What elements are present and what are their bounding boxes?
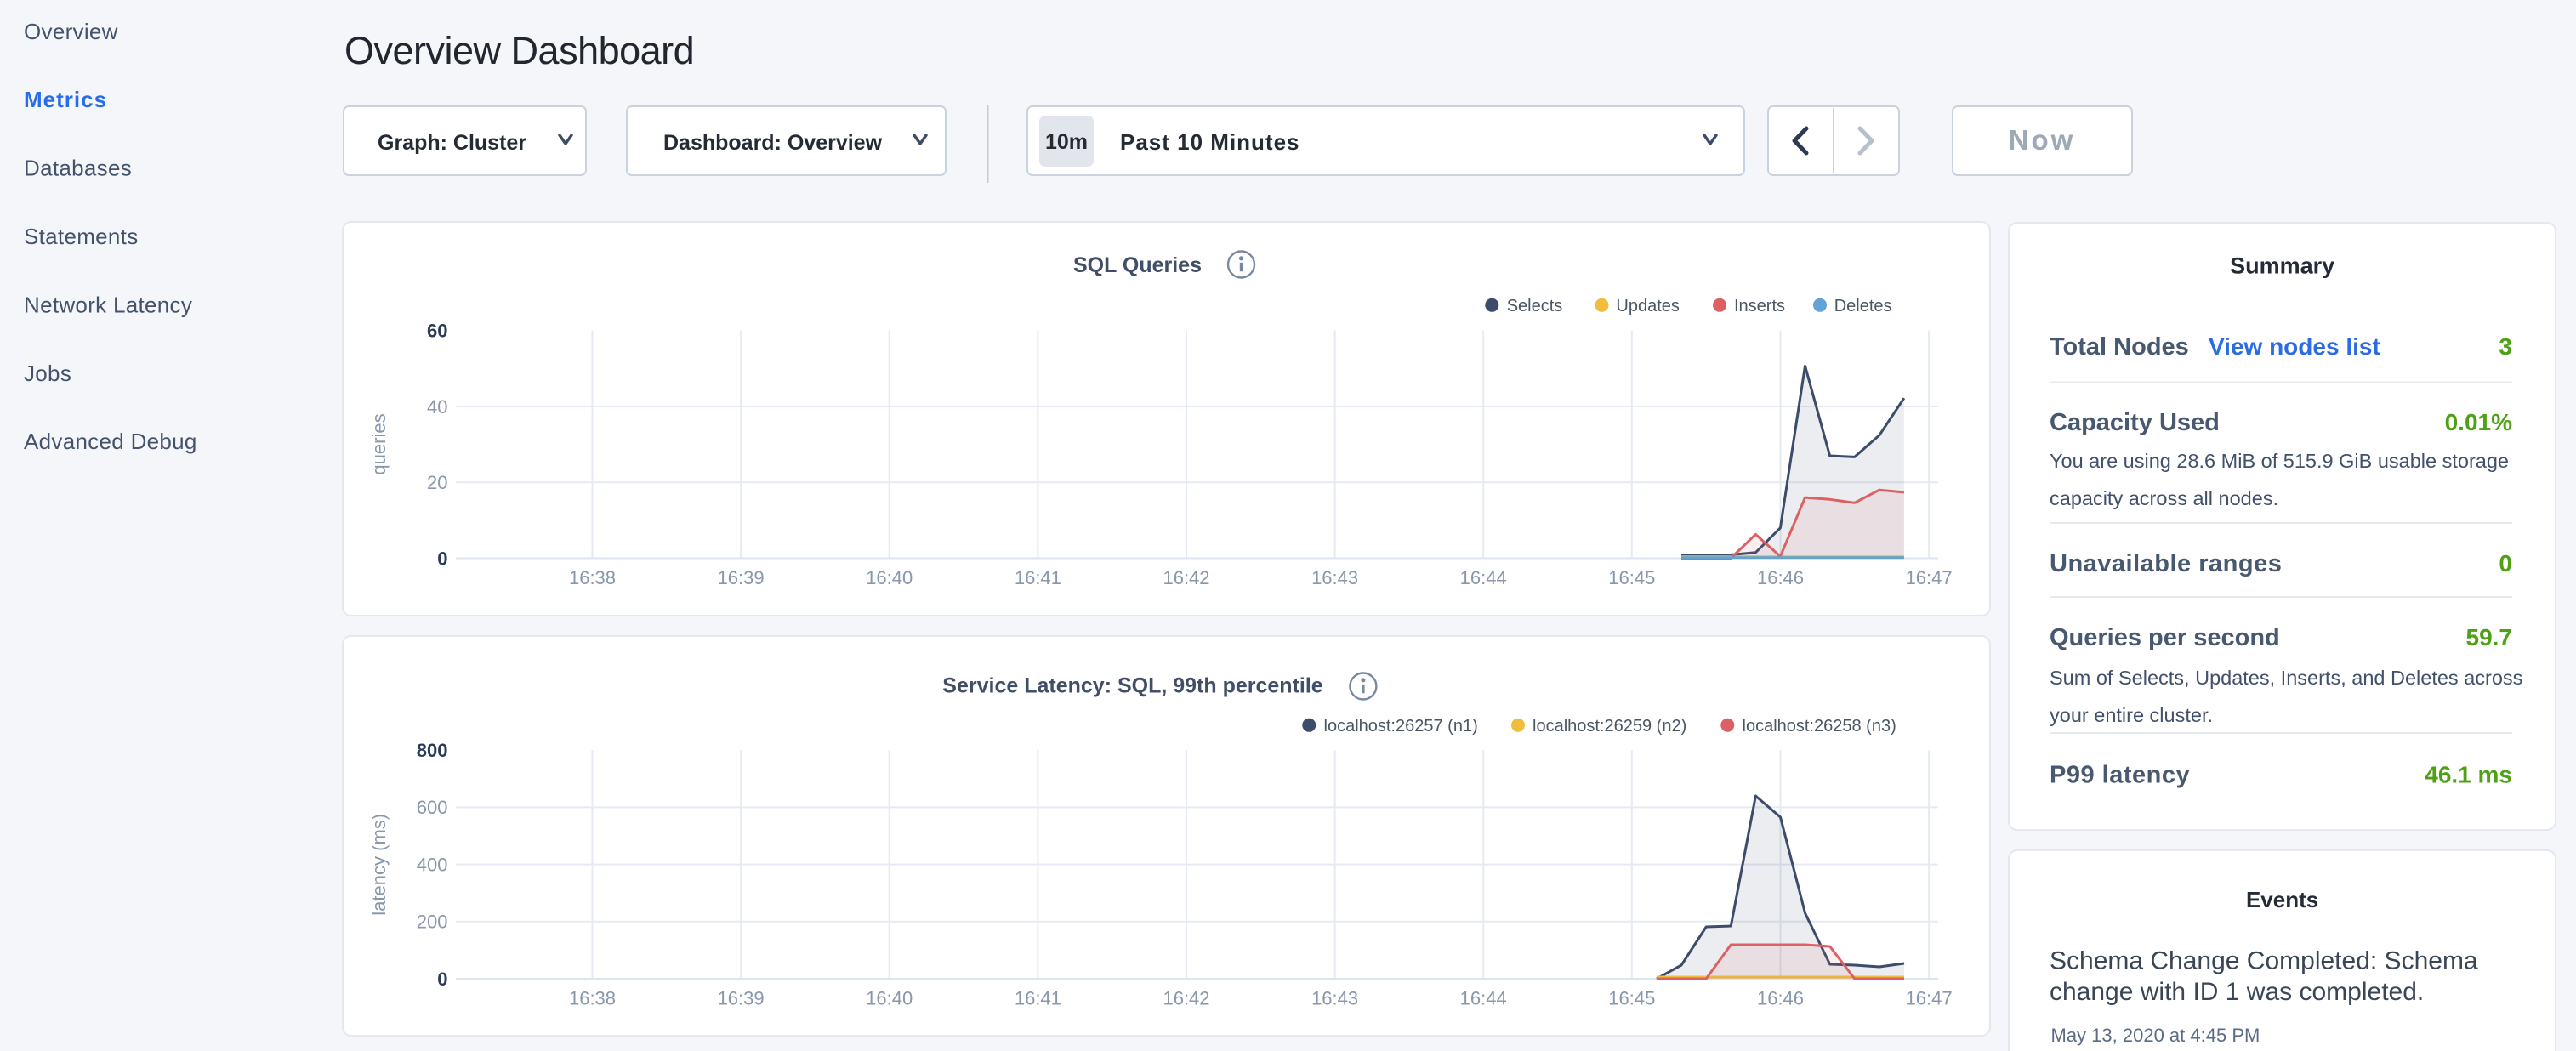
svg-text:200: 200 — [417, 912, 448, 933]
svg-text:3: 3 — [2499, 333, 2512, 360]
svg-text:16:41: 16:41 — [1015, 567, 1061, 588]
svg-text:Events: Events — [2246, 887, 2318, 912]
svg-text:Jobs: Jobs — [24, 361, 71, 386]
svg-text:Statements: Statements — [24, 224, 139, 249]
svg-text:Schema Change Completed: Schem: Schema Change Completed: Schema — [2050, 947, 2478, 975]
svg-text:localhost:26257 (n1): localhost:26257 (n1) — [1324, 717, 1478, 736]
svg-text:16:40: 16:40 — [866, 988, 913, 1009]
svg-text:0: 0 — [437, 969, 447, 990]
svg-text:0: 0 — [437, 548, 447, 569]
svg-text:40: 40 — [427, 396, 447, 418]
svg-text:16:43: 16:43 — [1311, 988, 1358, 1009]
svg-text:Updates: Updates — [1616, 297, 1680, 315]
svg-text:16:43: 16:43 — [1311, 567, 1358, 588]
svg-text:16:46: 16:46 — [1757, 567, 1804, 588]
svg-text:latency (ms): latency (ms) — [368, 814, 390, 916]
svg-text:change with ID 1 was completed: change with ID 1 was completed. — [2050, 978, 2424, 1006]
svg-text:Network Latency: Network Latency — [24, 293, 192, 318]
svg-text:Total Nodes: Total Nodes — [2050, 333, 2189, 361]
svg-text:20: 20 — [427, 472, 447, 493]
svg-text:Advanced Debug: Advanced Debug — [24, 429, 197, 454]
svg-text:Dashboard: Overview: Dashboard: Overview — [663, 131, 883, 155]
svg-text:16:38: 16:38 — [569, 988, 616, 1009]
svg-text:Overview Dashboard: Overview Dashboard — [344, 29, 694, 72]
svg-text:Past 10 Minutes: Past 10 Minutes — [1120, 129, 1300, 155]
svg-text:600: 600 — [417, 797, 448, 818]
svg-text:Databases: Databases — [24, 156, 132, 181]
svg-text:16:38: 16:38 — [569, 567, 616, 588]
svg-text:16:44: 16:44 — [1460, 988, 1507, 1009]
svg-text:View nodes list: View nodes list — [2209, 333, 2380, 360]
svg-text:16:39: 16:39 — [718, 567, 765, 588]
svg-text:Summary: Summary — [2230, 253, 2334, 279]
svg-text:16:44: 16:44 — [1460, 567, 1507, 588]
svg-text:16:40: 16:40 — [866, 567, 913, 588]
svg-text:Queries per second: Queries per second — [2050, 624, 2280, 651]
svg-text:0.01%: 0.01% — [2445, 409, 2512, 435]
svg-text:Overview: Overview — [24, 19, 118, 44]
svg-text:SQL Queries: SQL Queries — [1073, 253, 1202, 277]
svg-text:16:41: 16:41 — [1015, 988, 1061, 1009]
svg-text:Deletes: Deletes — [1834, 297, 1892, 315]
svg-text:16:45: 16:45 — [1608, 988, 1655, 1009]
svg-text:capacity across all nodes.: capacity across all nodes. — [2050, 487, 2278, 509]
svg-text:16:42: 16:42 — [1163, 567, 1209, 588]
svg-text:400: 400 — [417, 854, 448, 875]
svg-text:59.7: 59.7 — [2466, 624, 2513, 650]
svg-text:Capacity Used: Capacity Used — [2050, 409, 2220, 436]
svg-text:16:47: 16:47 — [1906, 567, 1953, 588]
svg-text:16:39: 16:39 — [718, 988, 765, 1009]
svg-text:localhost:26259 (n2): localhost:26259 (n2) — [1533, 717, 1686, 736]
svg-text:46.1 ms: 46.1 ms — [2425, 762, 2512, 788]
svg-text:Sum of Selects, Updates, Inser: Sum of Selects, Updates, Inserts, and De… — [2050, 667, 2522, 689]
svg-text:your entire cluster.: your entire cluster. — [2050, 704, 2213, 726]
svg-text:16:45: 16:45 — [1608, 567, 1655, 588]
svg-text:60: 60 — [427, 321, 447, 342]
svg-text:Graph: Cluster: Graph: Cluster — [378, 131, 526, 155]
svg-text:0: 0 — [2499, 550, 2512, 577]
svg-text:800: 800 — [417, 740, 448, 761]
svg-text:Selects: Selects — [1507, 297, 1563, 315]
svg-text:May 13, 2020 at 4:45 PM: May 13, 2020 at 4:45 PM — [2051, 1025, 2260, 1046]
svg-text:Inserts: Inserts — [1734, 297, 1785, 315]
svg-text:16:47: 16:47 — [1906, 988, 1953, 1009]
svg-text:You are using 28.6 MiB of 515.: You are using 28.6 MiB of 515.9 GiB usab… — [2050, 450, 2509, 472]
svg-text:10m: 10m — [1045, 130, 1088, 154]
svg-text:Service Latency: SQL, 99th per: Service Latency: SQL, 99th percentile — [942, 674, 1322, 698]
svg-text:localhost:26258 (n3): localhost:26258 (n3) — [1743, 717, 1896, 736]
svg-text:16:42: 16:42 — [1163, 988, 1209, 1009]
svg-text:queries: queries — [368, 413, 390, 474]
svg-text:Metrics: Metrics — [24, 87, 107, 112]
svg-text:Unavailable ranges: Unavailable ranges — [2050, 550, 2282, 577]
svg-text:Now: Now — [2009, 124, 2076, 156]
svg-text:16:46: 16:46 — [1757, 988, 1804, 1009]
svg-text:P99 latency: P99 latency — [2050, 762, 2190, 789]
